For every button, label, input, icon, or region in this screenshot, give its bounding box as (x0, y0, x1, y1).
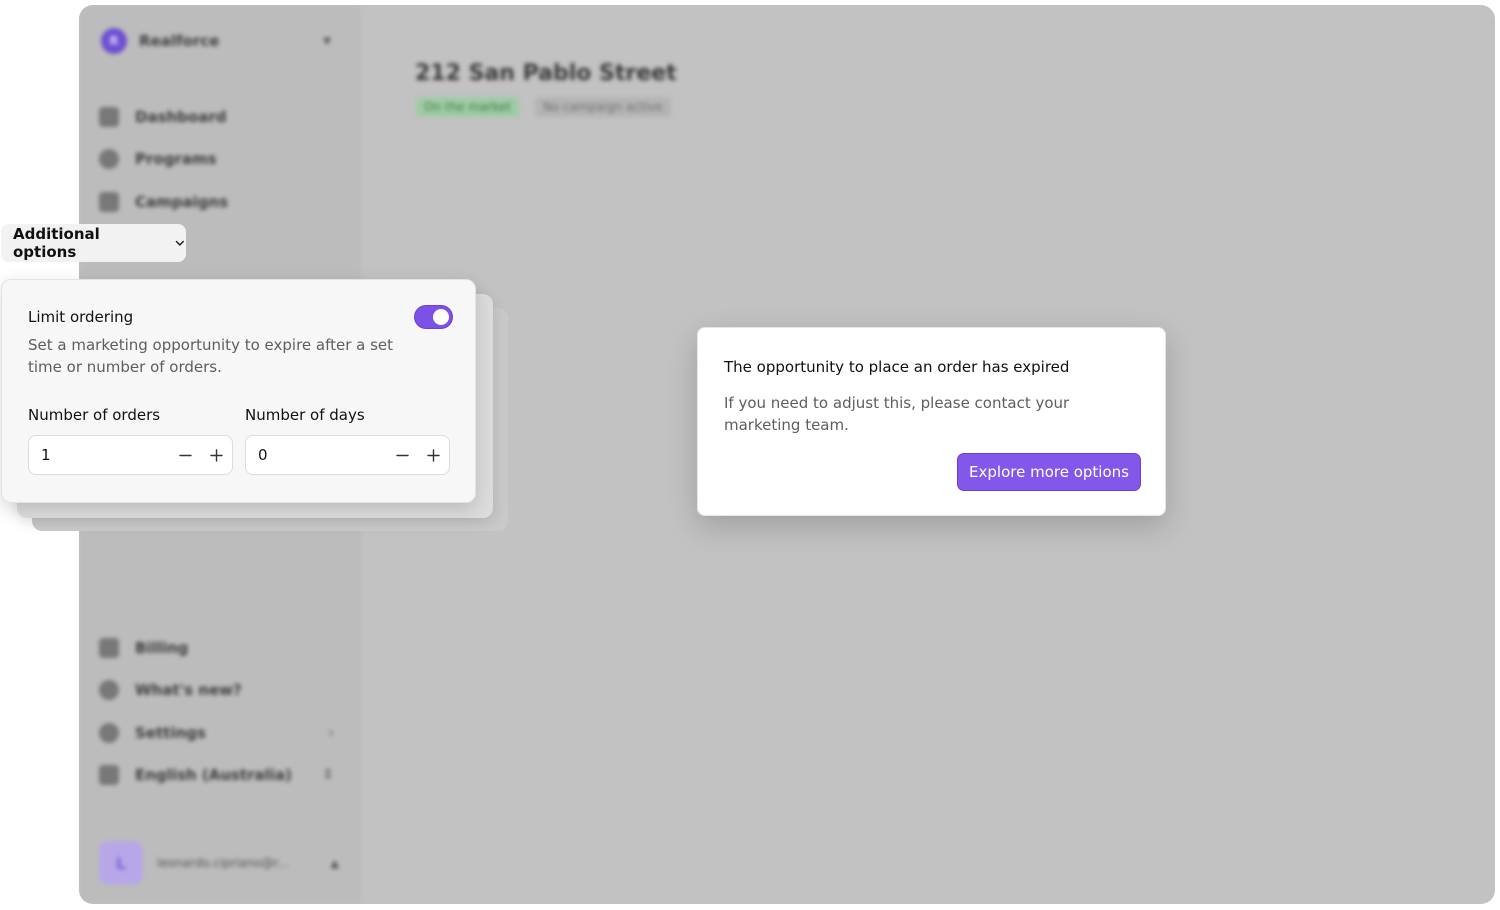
org-name: Realforce (139, 32, 220, 50)
sidebar-item-label: What's new? (135, 681, 242, 699)
additional-options-toggle[interactable]: Additional options (1, 224, 186, 262)
page-title: 212 San Pablo Street (415, 61, 677, 86)
sidebar-item-programs[interactable]: Programs (99, 147, 334, 171)
plus-icon[interactable] (418, 436, 449, 474)
limit-ordering-description: Set a marketing opportunity to expire af… (28, 336, 394, 376)
sidebar-item-dashboard[interactable]: Dashboard (99, 105, 334, 129)
status-badge: On the market (416, 97, 519, 117)
user-menu[interactable]: L leonardo.cipriano@r... ▲ (99, 840, 339, 886)
chevron-updown-icon: ⇕ (322, 767, 334, 783)
orders-label: Number of orders (28, 406, 161, 424)
sidebar-item-settings[interactable]: Settings › (99, 721, 334, 745)
dialog-title: The opportunity to place an order has ex… (724, 358, 1070, 376)
org-switcher[interactable]: R Realforce ▼ (101, 27, 331, 55)
chevron-right-icon: › (328, 725, 334, 741)
limit-ordering-card: Limit ordering Set a marketing opportuni… (1, 279, 476, 503)
additional-options-label: Additional options (13, 225, 100, 261)
days-value[interactable]: 0 (258, 446, 387, 464)
days-label: Number of days (245, 406, 365, 424)
sidebar-item-language[interactable]: English (Australia) ⇕ (99, 763, 334, 787)
minus-icon[interactable] (387, 436, 418, 474)
dialog-body: If you need to adjust this, please conta… (724, 394, 1070, 434)
sidebar-item-label: Programs (135, 150, 217, 168)
sidebar-item-campaigns[interactable]: Campaigns (99, 190, 334, 214)
share-icon (99, 680, 119, 700)
campaigns-icon (99, 192, 119, 212)
sidebar-item-whats-new[interactable]: What's new? (99, 678, 334, 702)
sidebar-item-label: Dashboard (135, 108, 227, 126)
toggle-knob (433, 309, 449, 325)
campaign-badge: No campaign active (535, 97, 671, 117)
avatar: L (99, 841, 143, 885)
programs-icon (99, 149, 119, 169)
language-icon (99, 765, 119, 785)
chevron-down-icon: ▼ (323, 35, 331, 47)
chevron-up-icon: ▲ (330, 856, 339, 870)
sidebar-item-label: Campaigns (135, 193, 229, 211)
org-logo: R (101, 28, 127, 54)
limit-ordering-title: Limit ordering (28, 308, 134, 326)
gear-icon (99, 723, 119, 743)
explore-options-button[interactable]: Explore more options (957, 453, 1141, 491)
orders-stepper[interactable]: 1 (28, 435, 233, 475)
sidebar-item-billing[interactable]: Billing (99, 636, 334, 660)
limit-ordering-toggle[interactable] (415, 306, 452, 328)
plus-icon[interactable] (201, 436, 232, 474)
orders-value[interactable]: 1 (41, 446, 170, 464)
user-email: leonardo.cipriano@r... (157, 856, 289, 870)
sidebar-item-label: Settings (135, 724, 206, 742)
chevron-down-icon (176, 240, 185, 246)
sidebar-item-label: English (Australia) (135, 766, 292, 784)
billing-icon (99, 638, 119, 658)
sidebar-item-label: Billing (135, 639, 189, 657)
expired-dialog: The opportunity to place an order has ex… (697, 327, 1166, 516)
dashboard-icon (99, 107, 119, 127)
days-stepper[interactable]: 0 (245, 435, 450, 475)
minus-icon[interactable] (170, 436, 201, 474)
